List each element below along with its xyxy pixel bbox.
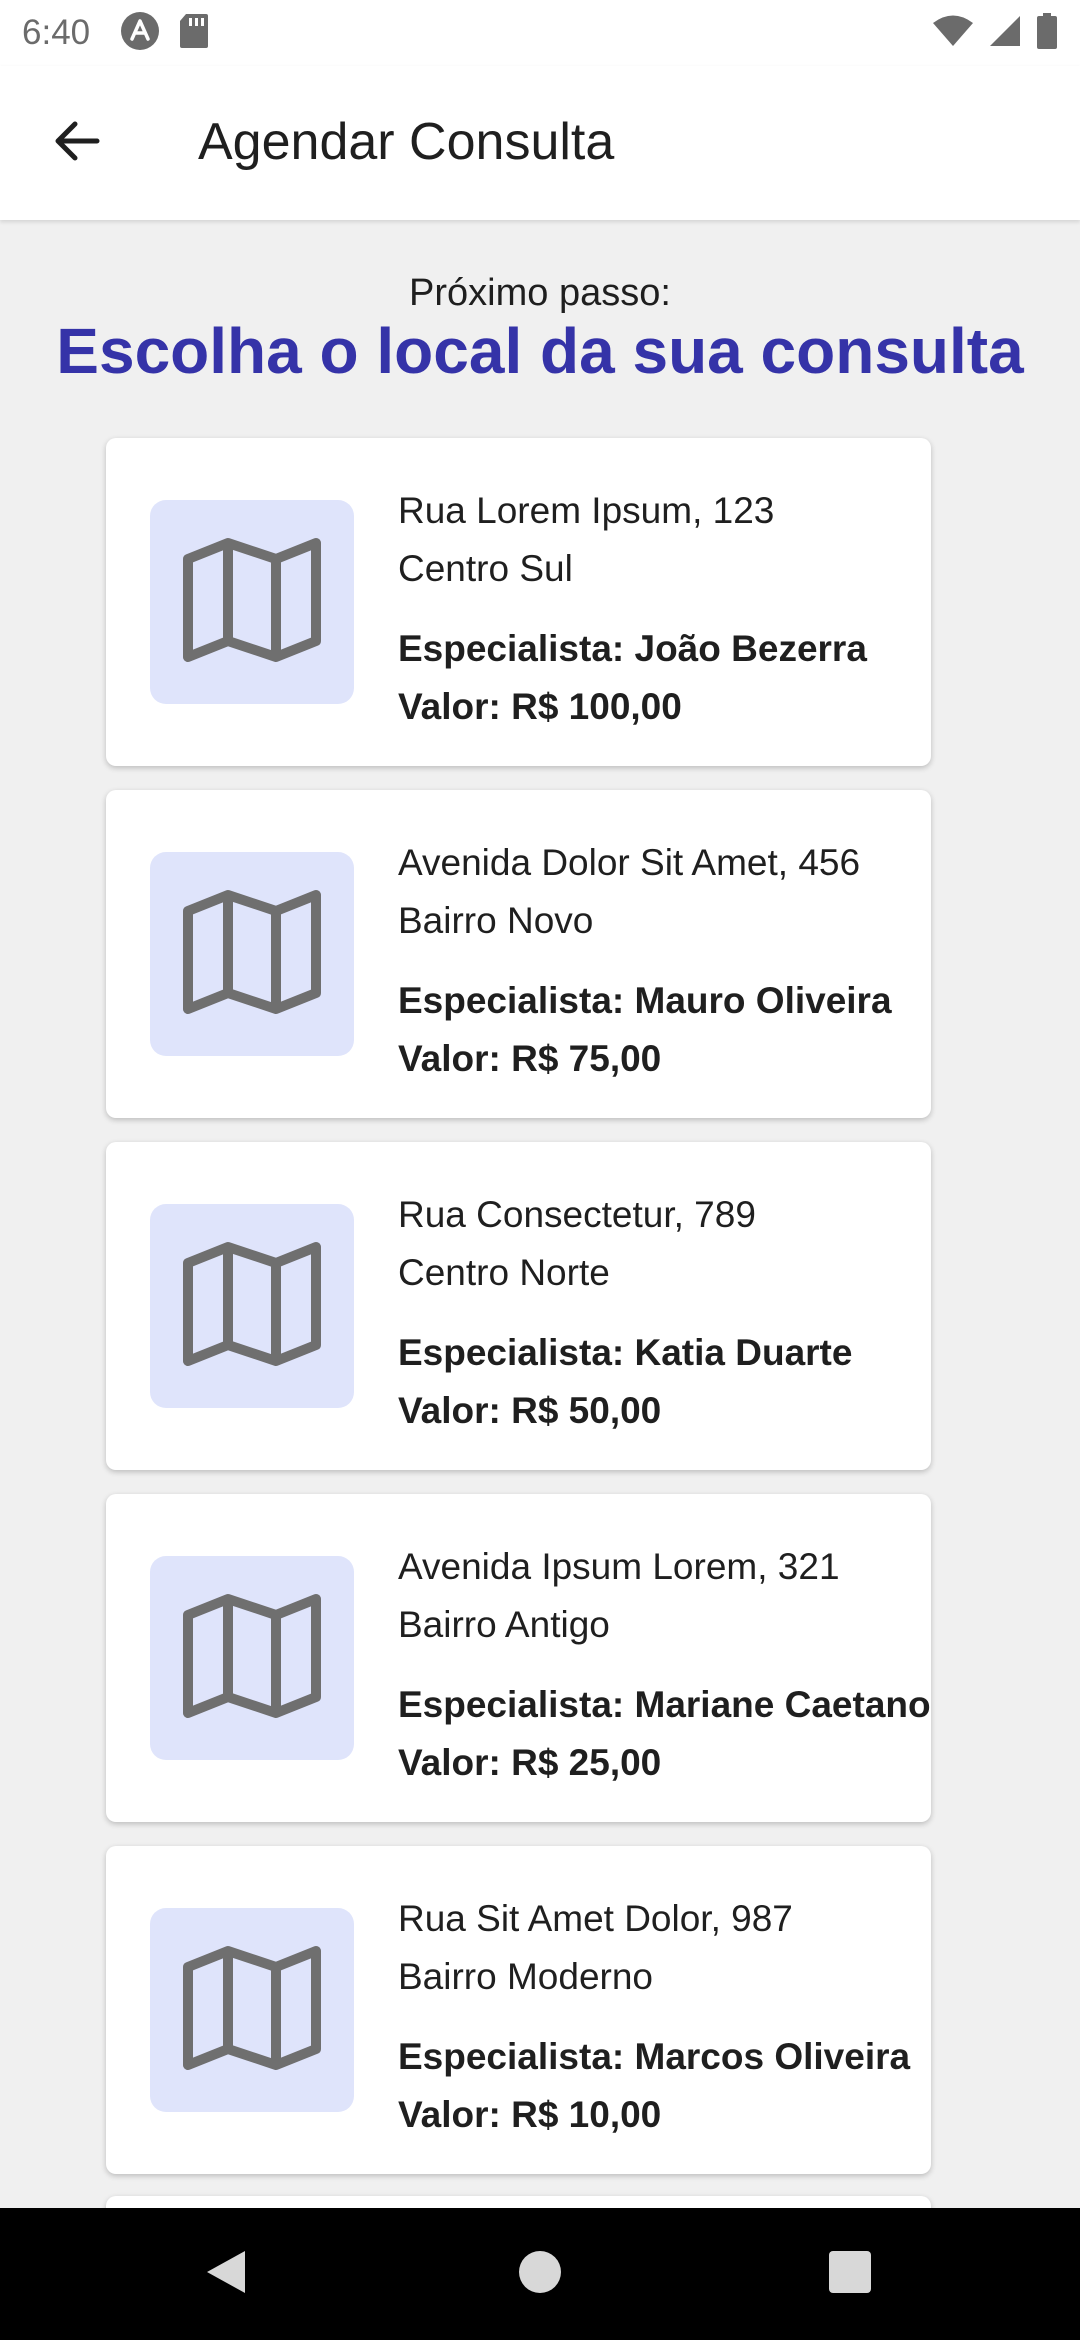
app-bar: Agendar Consulta [0, 66, 1080, 220]
map-icon [182, 535, 322, 670]
nav-recents-button[interactable] [820, 2244, 880, 2304]
location-price: Valor: R$ 50,00 [398, 1390, 662, 1431]
map-icon [182, 887, 322, 1022]
location-thumbnail [150, 1556, 354, 1760]
status-bar: 6:40 [0, 0, 1080, 66]
location-card[interactable]: Rua Sit Amet Dolor, 987 Bairro Moderno E… [106, 1846, 931, 2174]
status-time: 6:40 [22, 13, 91, 52]
location-card-partial[interactable] [106, 2196, 931, 2208]
location-address: Rua Lorem Ipsum, 123 [398, 490, 775, 531]
location-specialist: Especialista: Katia Duarte [398, 1332, 853, 1373]
sd-card-icon [178, 12, 210, 55]
content-area[interactable]: Próximo passo: Escolha o local da sua co… [0, 222, 1080, 2208]
nav-home-icon [518, 2250, 562, 2299]
back-button[interactable] [42, 108, 112, 178]
step-heading: Escolha o local da sua consulta [56, 315, 1024, 387]
location-specialist: Especialista: Mauro Oliveira [398, 980, 892, 1021]
nav-back-icon [203, 2248, 249, 2301]
location-neighborhood: Bairro Moderno [398, 1956, 654, 1997]
nav-recents-icon [828, 2250, 872, 2299]
step-label: Próximo passo: [409, 272, 671, 314]
location-specialist: Especialista: João Bezerra [398, 628, 867, 669]
location-price: Valor: R$ 100,00 [398, 686, 682, 727]
wifi-icon [932, 14, 974, 53]
location-address: Avenida Ipsum Lorem, 321 [398, 1546, 840, 1587]
location-thumbnail [150, 852, 354, 1056]
location-address: Rua Sit Amet Dolor, 987 [398, 1898, 793, 1939]
battery-icon [1036, 12, 1058, 54]
map-icon [182, 1943, 322, 2078]
location-card[interactable]: Avenida Ipsum Lorem, 321 Bairro Antigo E… [106, 1494, 931, 1822]
location-price: Valor: R$ 25,00 [398, 1742, 662, 1783]
location-address: Avenida Dolor Sit Amet, 456 [398, 842, 861, 883]
map-icon [182, 1591, 322, 1726]
android-icon [120, 11, 160, 56]
location-price: Valor: R$ 10,00 [398, 2094, 662, 2135]
location-thumbnail [150, 1908, 354, 2112]
location-address: Rua Consectetur, 789 [398, 1194, 756, 1235]
location-card[interactable]: Avenida Dolor Sit Amet, 456 Bairro Novo … [106, 790, 931, 1118]
location-neighborhood: Centro Norte [398, 1252, 610, 1293]
location-thumbnail [150, 1204, 354, 1408]
system-nav-bar [0, 2208, 1080, 2340]
nav-back-button[interactable] [196, 2244, 256, 2304]
page-title: Agendar Consulta [198, 113, 615, 171]
signal-icon [988, 14, 1022, 53]
nav-home-button[interactable] [510, 2244, 570, 2304]
location-card[interactable]: Rua Lorem Ipsum, 123 Centro Sul Especial… [106, 438, 931, 766]
location-neighborhood: Bairro Antigo [398, 1604, 610, 1645]
arrow-back-icon [51, 115, 103, 172]
location-neighborhood: Bairro Novo [398, 900, 594, 941]
location-specialist: Especialista: Marcos Oliveira [398, 2036, 911, 2077]
map-icon [182, 1239, 322, 1374]
location-price: Valor: R$ 75,00 [398, 1038, 662, 1079]
location-card[interactable]: Rua Consectetur, 789 Centro Norte Especi… [106, 1142, 931, 1470]
location-thumbnail [150, 500, 354, 704]
location-neighborhood: Centro Sul [398, 548, 573, 589]
location-specialist: Especialista: Mariane Caetano [398, 1684, 931, 1725]
